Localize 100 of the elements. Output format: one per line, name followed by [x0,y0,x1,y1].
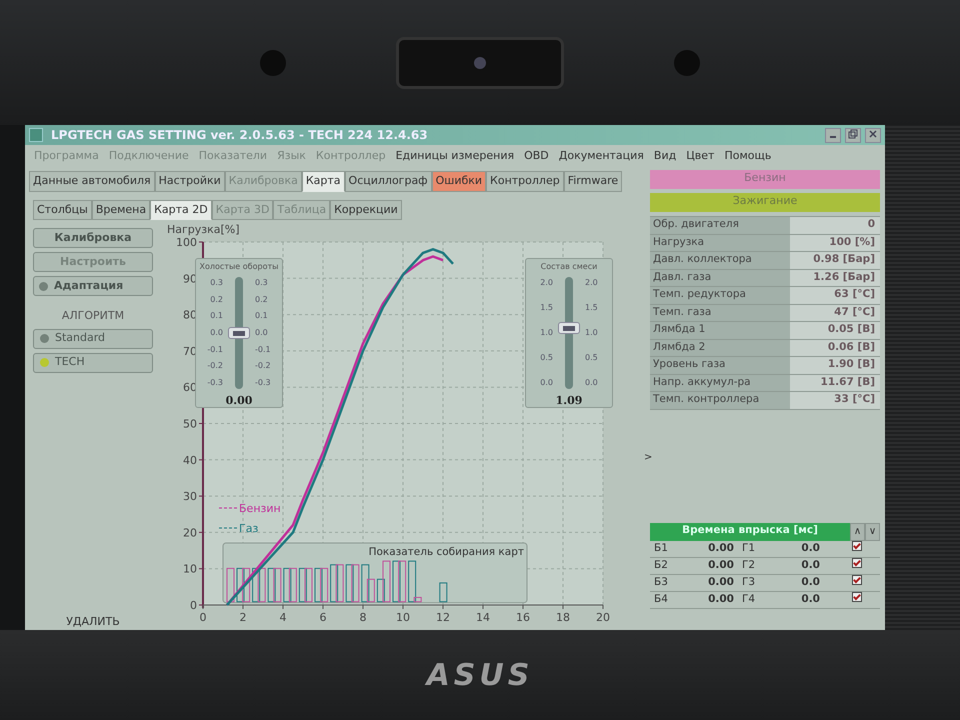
param-name: Лямбда 1 [650,322,790,338]
tick-label: 0.2 [209,294,223,306]
param-value: 11.67 [В] [790,374,880,391]
tick-label: 0.0 [540,377,553,389]
axis-label: 30 [183,490,197,504]
menu-item[interactable]: OBD [519,148,554,164]
tab[interactable]: Коррекции [330,200,402,220]
tick-label: 1.5 [585,302,598,314]
button[interactable]: Калибровка [33,228,153,248]
param-value: 47 [°C] [790,304,880,321]
axis-label: 0 [200,611,206,624]
scroll-up-button[interactable]: ∧ [850,523,865,541]
axis-label: 2 [240,611,246,624]
injection-time: 0.0 [801,593,820,606]
brand-logo: ASUS [426,656,534,694]
menu-item[interactable]: Документация [554,148,649,164]
tab[interactable]: Настройки [154,171,225,192]
menu-item[interactable]: Вид [648,148,682,164]
tick-label: 0.0 [209,326,223,339]
axis-label: 20 [596,611,610,624]
tick-label: -0.2 [207,360,223,372]
param-value: 63 [°C] [790,287,880,304]
param-value: 33 [°C] [790,392,880,408]
cylinder-label: Б4 [653,593,668,606]
radio-option[interactable]: Standard [33,328,153,348]
injection-time: 0.00 [708,559,734,572]
injection-time: 0.0 [801,542,820,554]
table-header: Времена впрыска [мс] [650,523,850,541]
tick-label: 0.5 [540,352,553,364]
tab[interactable]: Карта 2D [150,200,212,220]
cylinder-label: Г3 [742,576,756,588]
axis-label: 100 [176,236,197,249]
legend-label: Бензин [239,502,281,515]
tick-label: 0.5 [585,352,598,364]
axis-label: 6 [320,611,326,624]
tab[interactable]: Контроллер [486,171,564,192]
fuel-indicator: Бензин [650,170,880,189]
injection-time: 0.00 [708,542,734,554]
button[interactable]: Адаптация [33,276,153,296]
axis-label: 4 [280,611,286,624]
radio-option[interactable]: TECH [33,352,153,372]
tab[interactable]: Ошибки [432,171,486,192]
section-label: АЛГОРИТМ [60,308,126,324]
tick-label: 0.1 [255,310,269,322]
param-name: Уровень газа [650,357,790,374]
scroll-down-button[interactable]: ∨ [865,523,880,541]
tick-label: 0.3 [209,277,223,289]
injection-time: 0.00 [708,593,734,606]
tab[interactable]: Firmware [564,171,622,192]
tick-label: 2.0 [540,277,553,289]
legend-item: Газ [218,522,258,535]
slider-title: Состав смеси [540,261,598,273]
axis-label: 14 [476,611,490,624]
param-value: 0.98 [Бар] [790,252,880,268]
axis-label: 0 [190,599,197,612]
panel-title: Показатель собирания карт [368,546,524,558]
legend-item: Бензин [218,502,281,515]
slider-value: 0.00 [224,393,254,409]
tick-label: 0.0 [255,326,269,339]
cylinder-label: Б3 [653,576,668,588]
tab[interactable]: Данные автомобиля [29,171,155,192]
tab[interactable]: Осциллограф [344,171,432,192]
tick-label: 1.0 [540,327,553,339]
injection-time: 0.0 [801,576,820,588]
axis-label: 16 [516,611,530,624]
param-name: Темп. редуктора [650,287,790,304]
tab[interactable]: Столбцы [33,200,92,220]
axis-label: 18 [556,611,570,624]
injection-time: 0.0 [801,559,820,572]
param-name: Напр. аккумул-ра [650,374,790,391]
collapse-toggle[interactable]: > [644,450,652,464]
param-name: Лямбда 2 [650,340,790,356]
menu-item[interactable]: Единицы измерения [390,148,520,164]
tick-label: 0.0 [585,377,598,389]
legend-label: Газ [239,522,258,535]
axis-label: 40 [183,454,197,467]
param-name: Давл. коллектора [650,252,790,268]
param-name: Обр. двигателя [650,217,790,234]
menu-item[interactable]: Цвет [681,148,720,164]
param-name: Давл. газа [650,270,790,286]
cylinder-label: Б2 [653,559,668,572]
slider-value: 1.09 [554,393,584,409]
param-name: Темп. газа [650,304,790,321]
axis-label: 10 [396,611,410,624]
axis-label: 20 [183,526,197,540]
axis-title: Нагрузка[%] [167,223,240,236]
cylinder-label: Г2 [742,559,756,572]
tick-label: -0.3 [255,376,271,389]
injection-time: 0.00 [708,576,734,588]
param-value: 100 [%] [790,234,880,251]
axis-label: 10 [183,562,197,576]
cylinder-label: Г1 [742,542,756,554]
window-title: LPGTECH GAS SETTING ver. 2.0.5.63 - TECH 224 12.4.63 [51,127,428,144]
slider-title: Холостые обороты [198,261,280,273]
tick-label: -0.1 [255,344,271,356]
axis-label: 8 [360,611,366,624]
tab[interactable]: Времена [92,200,150,220]
tab[interactable]: Карта [302,171,345,192]
menu-item[interactable]: Помощь [719,148,776,164]
param-name: Темп. контроллера [650,392,790,408]
